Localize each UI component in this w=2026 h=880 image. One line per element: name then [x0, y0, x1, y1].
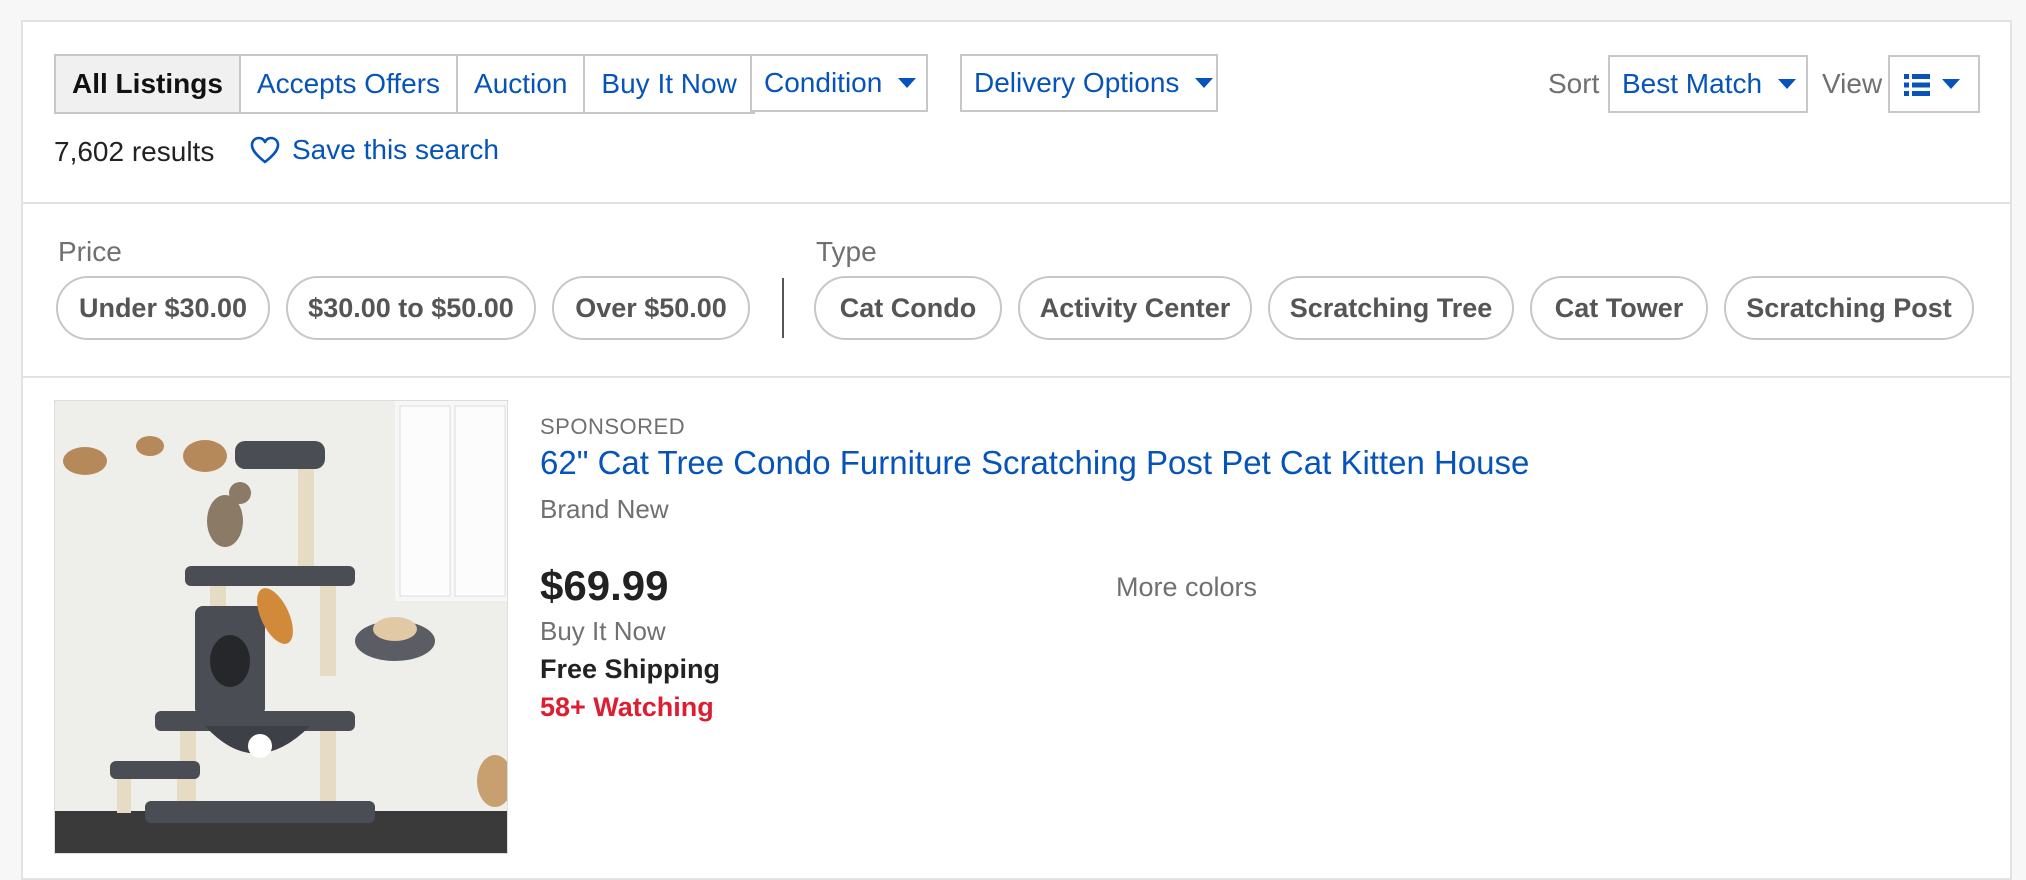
listing-condition: Brand New — [540, 494, 669, 524]
sort-value: Best Match — [1622, 68, 1763, 99]
chevron-down-icon — [1942, 79, 1960, 89]
listing-price: $69.99 — [540, 562, 669, 609]
save-search-label: Save this search — [292, 134, 499, 165]
divider — [21, 202, 2012, 204]
divider — [782, 278, 784, 338]
price-pill-over-50[interactable]: Over $50.00 — [552, 276, 750, 340]
tab-all-listings[interactable]: All Listings — [56, 56, 239, 112]
type-pill-cat-condo[interactable]: Cat Condo — [814, 276, 1002, 340]
sort-label: Sort — [1548, 68, 1600, 99]
view-dropdown[interactable] — [1888, 55, 1980, 113]
listing-title-link[interactable]: 62" Cat Tree Condo Furniture Scratching … — [540, 444, 1529, 482]
heart-icon — [250, 136, 280, 164]
chevron-down-icon — [1195, 78, 1214, 88]
listing-format: Buy It Now — [540, 616, 666, 646]
cat-tree-image — [55, 401, 507, 853]
type-label: Type — [816, 236, 877, 267]
listing-image[interactable] — [54, 400, 508, 854]
tab-buy-it-now[interactable]: Buy It Now — [583, 56, 752, 112]
divider — [21, 376, 2012, 378]
price-pill-30-to-50[interactable]: $30.00 to $50.00 — [286, 276, 536, 340]
sort-dropdown[interactable]: Best Match — [1608, 55, 1808, 113]
chevron-down-icon — [898, 78, 917, 88]
chevron-down-icon — [1778, 79, 1797, 89]
condition-dropdown[interactable]: Condition — [750, 54, 928, 112]
more-colors-label: More colors — [1116, 572, 1258, 602]
delivery-options-label: Delivery Options — [974, 67, 1180, 98]
type-pill-cat-tower[interactable]: Cat Tower — [1530, 276, 1708, 340]
view-label: View — [1822, 68, 1883, 99]
price-pill-under-30[interactable]: Under $30.00 — [56, 276, 270, 340]
format-tabs: All Listings Accepts Offers Auction Buy … — [54, 54, 755, 114]
type-pill-activity-center[interactable]: Activity Center — [1018, 276, 1252, 340]
save-search-link[interactable]: Save this search — [250, 134, 499, 166]
delivery-options-dropdown[interactable]: Delivery Options — [960, 54, 1218, 112]
tab-accepts-offers[interactable]: Accepts Offers — [238, 56, 456, 112]
sponsored-label: SPONSORED — [540, 414, 686, 439]
tab-auction[interactable]: Auction — [456, 56, 583, 112]
type-pill-scratching-tree[interactable]: Scratching Tree — [1268, 276, 1514, 340]
condition-dropdown-label: Condition — [764, 67, 883, 98]
listing-shipping: Free Shipping — [540, 654, 721, 684]
listing-watching: 58+ Watching — [540, 692, 714, 722]
list-view-icon — [1904, 72, 1930, 96]
results-count: 7,602 results — [54, 136, 215, 167]
price-label: Price — [58, 236, 122, 267]
type-pill-scratching-post[interactable]: Scratching Post — [1724, 276, 1974, 340]
